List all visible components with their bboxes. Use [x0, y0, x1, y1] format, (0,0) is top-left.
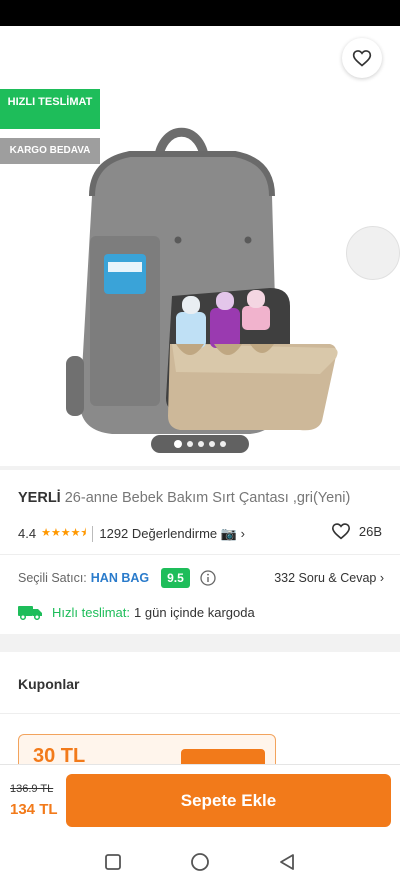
coupon-amount: 30 TL	[33, 745, 86, 764]
rating-row: 4.4 ★★★★⯨ 1292 Değerlendirme 📷 › 26B	[18, 522, 382, 543]
share-button[interactable]	[284, 42, 320, 78]
carousel-dot[interactable]	[209, 441, 215, 447]
seller-score-badge: 9.5	[161, 568, 190, 588]
coupons-section: Kuponlar	[0, 652, 400, 714]
add-to-cart-button[interactable]: Sepete Ekle	[66, 774, 391, 827]
current-price: 134 TL	[10, 801, 58, 818]
status-bar	[0, 0, 400, 26]
rating-stars: ★★★★⯨	[41, 527, 87, 539]
free-cargo-badge: KARGO BEDAVA	[0, 138, 100, 164]
back-button[interactable]	[14, 42, 48, 76]
coupon-claim-button[interactable]	[181, 749, 265, 764]
delivery-label: Hızlı teslimat:	[52, 604, 131, 620]
seller-name-link[interactable]: HAN BAG	[91, 571, 149, 585]
seller-label: Seçili Satıcı:	[18, 571, 87, 585]
back-nav-icon[interactable]	[278, 853, 296, 871]
rating-value: 4.4	[18, 526, 37, 541]
seller-row: Seçili Satıcı: HAN BAG 9.5 332 Soru & Ce…	[18, 568, 384, 588]
carousel-dot[interactable]	[198, 441, 204, 447]
carousel-dot[interactable]	[220, 441, 226, 447]
system-nav-bar	[0, 836, 400, 888]
arrow-left-icon	[20, 49, 42, 69]
questions-answers-link[interactable]: 332 Soru & Cevap ›	[274, 571, 384, 585]
share-icon	[293, 50, 311, 70]
coupons-title: Kuponlar	[18, 676, 80, 692]
bottom-bar: 136.9 TL 134 TL Sepete Ekle	[0, 764, 400, 836]
old-price: 136.9 TL	[10, 783, 54, 795]
favorite-button[interactable]	[342, 38, 382, 78]
coupon-list: 30 TL	[0, 714, 400, 764]
delivery-row: Hızlı teslimat: 1 gün içinde kargoda	[18, 604, 255, 620]
divider	[92, 525, 94, 542]
truck-icon	[18, 606, 42, 620]
fast-delivery-badge: HIZLI TESLİMAT	[0, 89, 100, 129]
recent-apps-icon[interactable]	[104, 853, 122, 871]
favorite-count-value: 26B	[358, 523, 382, 539]
heart-icon	[331, 523, 350, 540]
carousel-indicator[interactable]	[151, 435, 249, 453]
product-title: YERLİ 26-anne Bebek Bakım Sırt Çantası ,…	[18, 490, 350, 506]
carousel-dot[interactable]	[187, 441, 193, 447]
reviews-link[interactable]: 1292 Değerlendirme 📷 ›	[99, 526, 245, 542]
product-name: 26-anne Bebek Bakım Sırt Çantası ,gri(Ye…	[64, 490, 351, 506]
info-icon[interactable]	[200, 570, 216, 586]
home-icon[interactable]	[190, 852, 210, 872]
carousel-dot[interactable]	[174, 440, 182, 448]
floating-button[interactable]	[346, 226, 400, 280]
top-bar	[0, 26, 400, 90]
product-info: YERLİ 26-anne Bebek Bakım Sırt Çantası ,…	[0, 470, 400, 634]
section-divider	[0, 554, 400, 555]
favorite-count[interactable]: 26B	[331, 522, 382, 540]
heart-icon	[352, 50, 372, 67]
delivery-value: 1 gün içinde kargoda	[134, 604, 255, 620]
coupon-card[interactable]: 30 TL	[18, 734, 276, 764]
product-brand: YERLİ	[18, 490, 61, 506]
